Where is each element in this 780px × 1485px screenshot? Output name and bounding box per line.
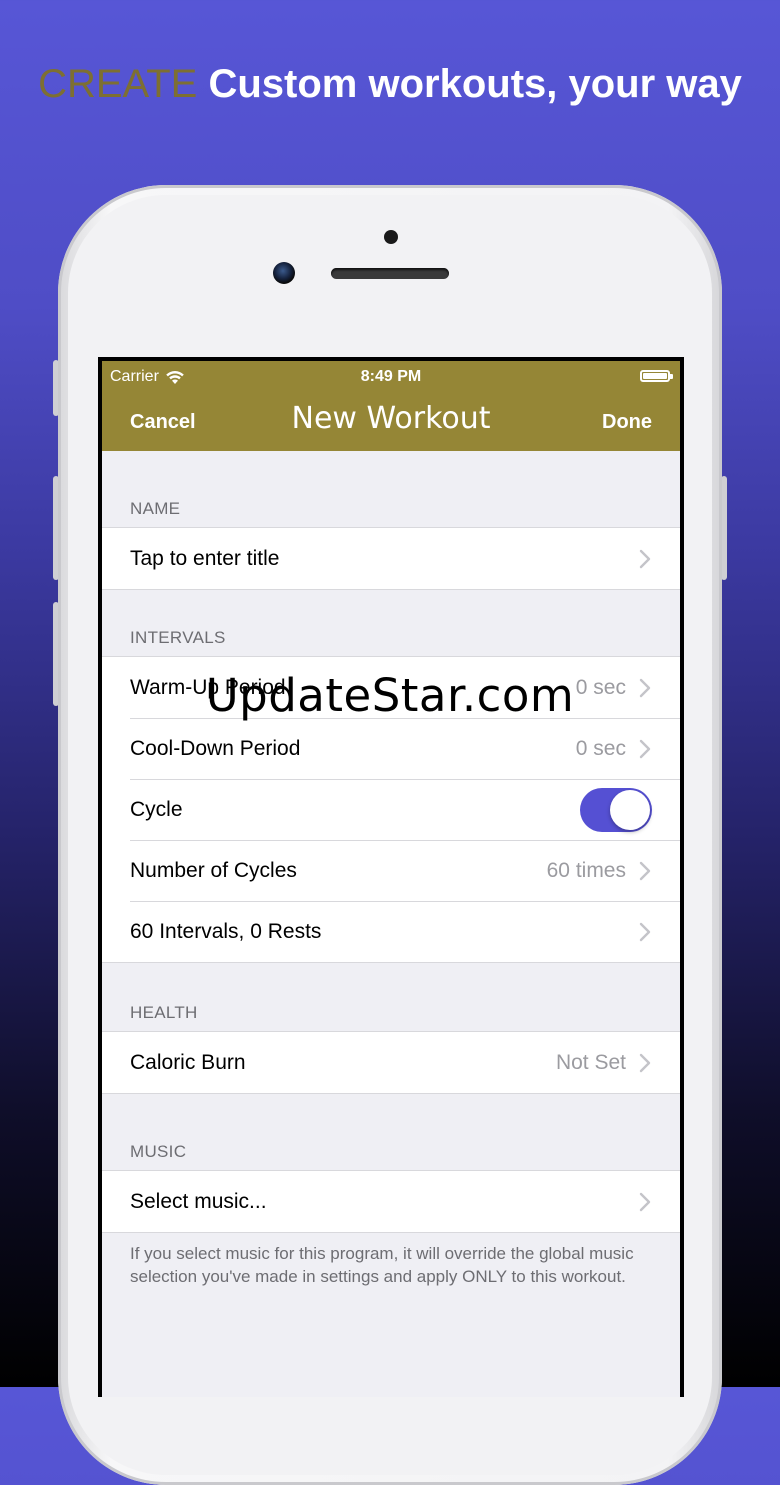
watermark: UpdateStar.com [205,669,575,722]
new-workout-screen: Carrier 8:49 PM Cancel New Workout Done … [102,361,680,1397]
page-title: New Workout [291,401,491,436]
cycle-label: Cycle [130,797,183,821]
chevron-right-icon [636,548,654,570]
chevron-right-icon [636,1191,654,1213]
chevron-right-icon [636,860,654,882]
section-header-music: MUSIC [130,1142,187,1161]
cool-down-period-row[interactable]: Cool-Down Period 0 sec [102,718,680,779]
title-row[interactable]: Tap to enter title [102,528,680,589]
headline: CREATE Custom workouts, your way [0,62,780,107]
title-row-label: Tap to enter title [130,546,280,570]
caloric-burn-label: Caloric Burn [130,1050,246,1074]
done-button[interactable]: Done [602,411,652,434]
proximity-sensor-icon [384,230,398,244]
headline-accent: CREATE [38,62,198,106]
cycle-row: Cycle [102,779,680,840]
earpiece-speaker [331,268,449,279]
intervals-summary-row[interactable]: 60 Intervals, 0 Rests [102,901,680,962]
status-time: 8:49 PM [360,368,422,385]
music-group: Select music... [102,1170,680,1233]
name-group: Tap to enter title [102,527,680,590]
select-music-row[interactable]: Select music... [102,1171,680,1232]
headline-text: Custom workouts, your way [208,62,742,106]
cycle-toggle[interactable] [580,787,652,832]
toggle-knob [610,789,650,830]
navigation-bar: Carrier 8:49 PM Cancel New Workout Done [102,361,680,451]
select-music-label: Select music... [130,1189,267,1213]
front-camera-icon [273,262,295,284]
music-footer-note: If you select music for this program, it… [130,1244,634,1286]
cool-down-period-label: Cool-Down Period [130,736,301,760]
chevron-right-icon [636,921,654,943]
chevron-right-icon [636,1052,654,1074]
section-header-health: HEALTH [130,1003,198,1022]
cool-down-period-value: 0 sec [575,736,626,760]
section-header-intervals: INTERVALS [130,628,226,647]
battery-tip [670,374,673,379]
section-header-name: NAME [130,499,181,518]
caloric-burn-value: Not Set [555,1050,626,1074]
health-group: Caloric Burn Not Set [102,1031,680,1094]
caloric-burn-row[interactable]: Caloric Burn Not Set [102,1032,680,1093]
intervals-summary-label: 60 Intervals, 0 Rests [130,919,322,943]
number-of-cycles-value: 60 times [546,858,626,882]
battery-icon [640,370,670,382]
chevron-right-icon [636,738,654,760]
number-of-cycles-row[interactable]: Number of Cycles 60 times [102,840,680,901]
phone-screen: Carrier 8:49 PM Cancel New Workout Done … [98,357,684,1397]
number-of-cycles-label: Number of Cycles [130,858,297,882]
